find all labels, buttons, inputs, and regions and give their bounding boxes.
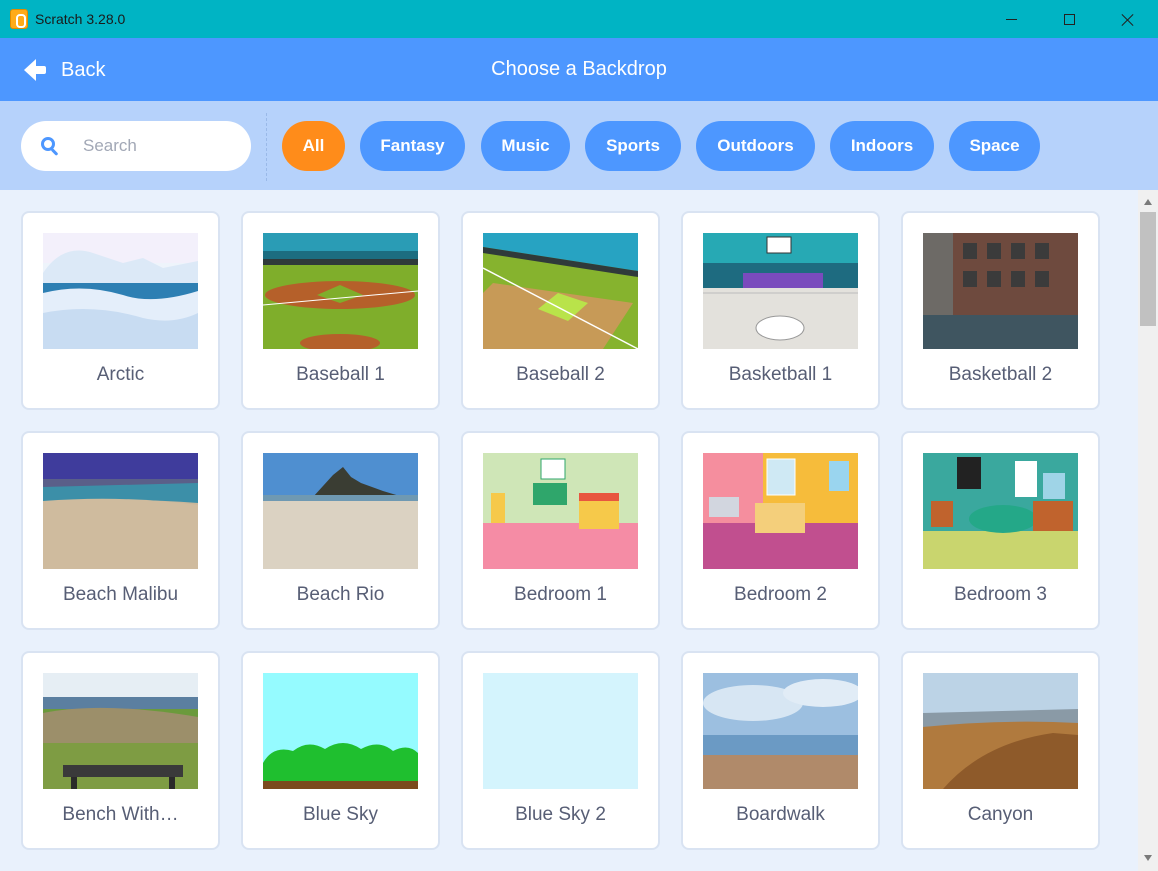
scroll-thumb[interactable] xyxy=(1140,212,1156,326)
backdrop-label: Bedroom 2 xyxy=(734,584,827,605)
backdrop-card-bench-with[interactable]: Bench With… xyxy=(21,651,220,850)
backdrop-thumbnail xyxy=(483,673,638,789)
backdrop-thumbnail xyxy=(43,453,198,569)
tag-outdoors[interactable]: Outdoors xyxy=(696,121,815,171)
tag-all[interactable]: All xyxy=(282,121,345,171)
library-title: Choose a Backdrop xyxy=(491,58,667,80)
backdrop-label: Basketball 1 xyxy=(728,364,833,385)
vertical-scrollbar[interactable] xyxy=(1138,190,1158,871)
tag-music[interactable]: Music xyxy=(481,121,570,171)
minimize-icon xyxy=(1005,18,1017,20)
backdrop-card-blue-sky[interactable]: Blue Sky xyxy=(241,651,440,850)
backdrop-thumbnail xyxy=(703,233,858,349)
backdrop-card-bedroom-3[interactable]: Bedroom 3 xyxy=(901,431,1100,630)
maximize-icon xyxy=(1063,13,1075,25)
maximize-button[interactable] xyxy=(1040,0,1098,38)
tag-sports[interactable]: Sports xyxy=(585,121,681,171)
backdrop-label: Bedroom 1 xyxy=(514,584,607,605)
tag-space[interactable]: Space xyxy=(949,121,1040,171)
backdrop-thumbnail xyxy=(263,453,418,569)
backdrop-thumbnail xyxy=(703,673,858,789)
backdrop-label: Arctic xyxy=(96,364,145,385)
window-titlebar: Scratch 3.28.0 xyxy=(0,0,1158,38)
library-header: Back Choose a Backdrop xyxy=(0,38,1158,101)
backdrop-card-basketball-1[interactable]: Basketball 1 xyxy=(681,211,880,410)
backdrop-label: Beach Malibu xyxy=(62,584,179,605)
backdrop-thumbnail xyxy=(923,453,1078,569)
backdrop-thumbnail xyxy=(43,673,198,789)
window-title: Scratch 3.28.0 xyxy=(35,11,126,27)
backdrop-label: Boardwalk xyxy=(736,804,825,825)
backdrop-label: Blue Sky 2 xyxy=(515,804,606,825)
backdrop-thumbnail xyxy=(263,233,418,349)
backdrop-label: Basketball 2 xyxy=(948,364,1053,385)
backdrop-card-bedroom-2[interactable]: Bedroom 2 xyxy=(681,431,880,630)
backdrop-label: Beach Rio xyxy=(296,584,385,605)
tag-fantasy[interactable]: Fantasy xyxy=(360,121,465,171)
backdrop-thumbnail xyxy=(923,233,1078,349)
backdrop-label: Bedroom 3 xyxy=(954,584,1047,605)
scroll-down-arrow-icon[interactable] xyxy=(1144,855,1152,861)
backdrop-card-canyon[interactable]: Canyon xyxy=(901,651,1100,850)
filter-divider xyxy=(266,113,267,181)
backdrop-thumbnail xyxy=(483,233,638,349)
backdrop-thumbnail xyxy=(703,453,858,569)
backdrop-thumbnail xyxy=(43,233,198,349)
tag-indoors[interactable]: Indoors xyxy=(830,121,934,171)
backdrop-label: Blue Sky xyxy=(303,804,378,825)
backdrop-card-blue-sky-2[interactable]: Blue Sky 2 xyxy=(461,651,660,850)
backdrop-card-baseball-1[interactable]: Baseball 1 xyxy=(241,211,440,410)
filter-bar: All Fantasy Music Sports Outdoors Indoor… xyxy=(0,101,1158,190)
search-icon xyxy=(41,137,59,156)
backdrop-thumbnail xyxy=(923,673,1078,789)
backdrop-card-beach-rio[interactable]: Beach Rio xyxy=(241,431,440,630)
backdrop-card-bedroom-1[interactable]: Bedroom 1 xyxy=(461,431,660,630)
search-box[interactable] xyxy=(21,121,251,171)
backdrop-label: Baseball 2 xyxy=(516,364,605,385)
backdrop-thumbnail xyxy=(483,453,638,569)
backdrop-card-arctic[interactable]: Arctic xyxy=(21,211,220,410)
backdrop-card-basketball-2[interactable]: Basketball 2 xyxy=(901,211,1100,410)
close-icon xyxy=(1121,13,1134,26)
backdrop-label: Canyon xyxy=(967,804,1034,825)
backdrop-card-boardwalk[interactable]: Boardwalk xyxy=(681,651,880,850)
backdrop-thumbnail xyxy=(263,673,418,789)
backdrop-label: Baseball 1 xyxy=(296,364,385,385)
backdrop-card-beach-malibu[interactable]: Beach Malibu xyxy=(21,431,220,630)
scroll-up-arrow-icon[interactable] xyxy=(1144,199,1152,205)
backdrop-card-baseball-2[interactable]: Baseball 2 xyxy=(461,211,660,410)
minimize-button[interactable] xyxy=(982,0,1040,38)
search-input[interactable] xyxy=(83,133,233,159)
backdrop-label: Bench With… xyxy=(62,804,179,825)
backdrop-grid: Arctic Baseball 1 Baseball 2 Basketball … xyxy=(0,190,1138,871)
close-button[interactable] xyxy=(1098,0,1156,38)
scratch-app-icon xyxy=(10,9,28,29)
